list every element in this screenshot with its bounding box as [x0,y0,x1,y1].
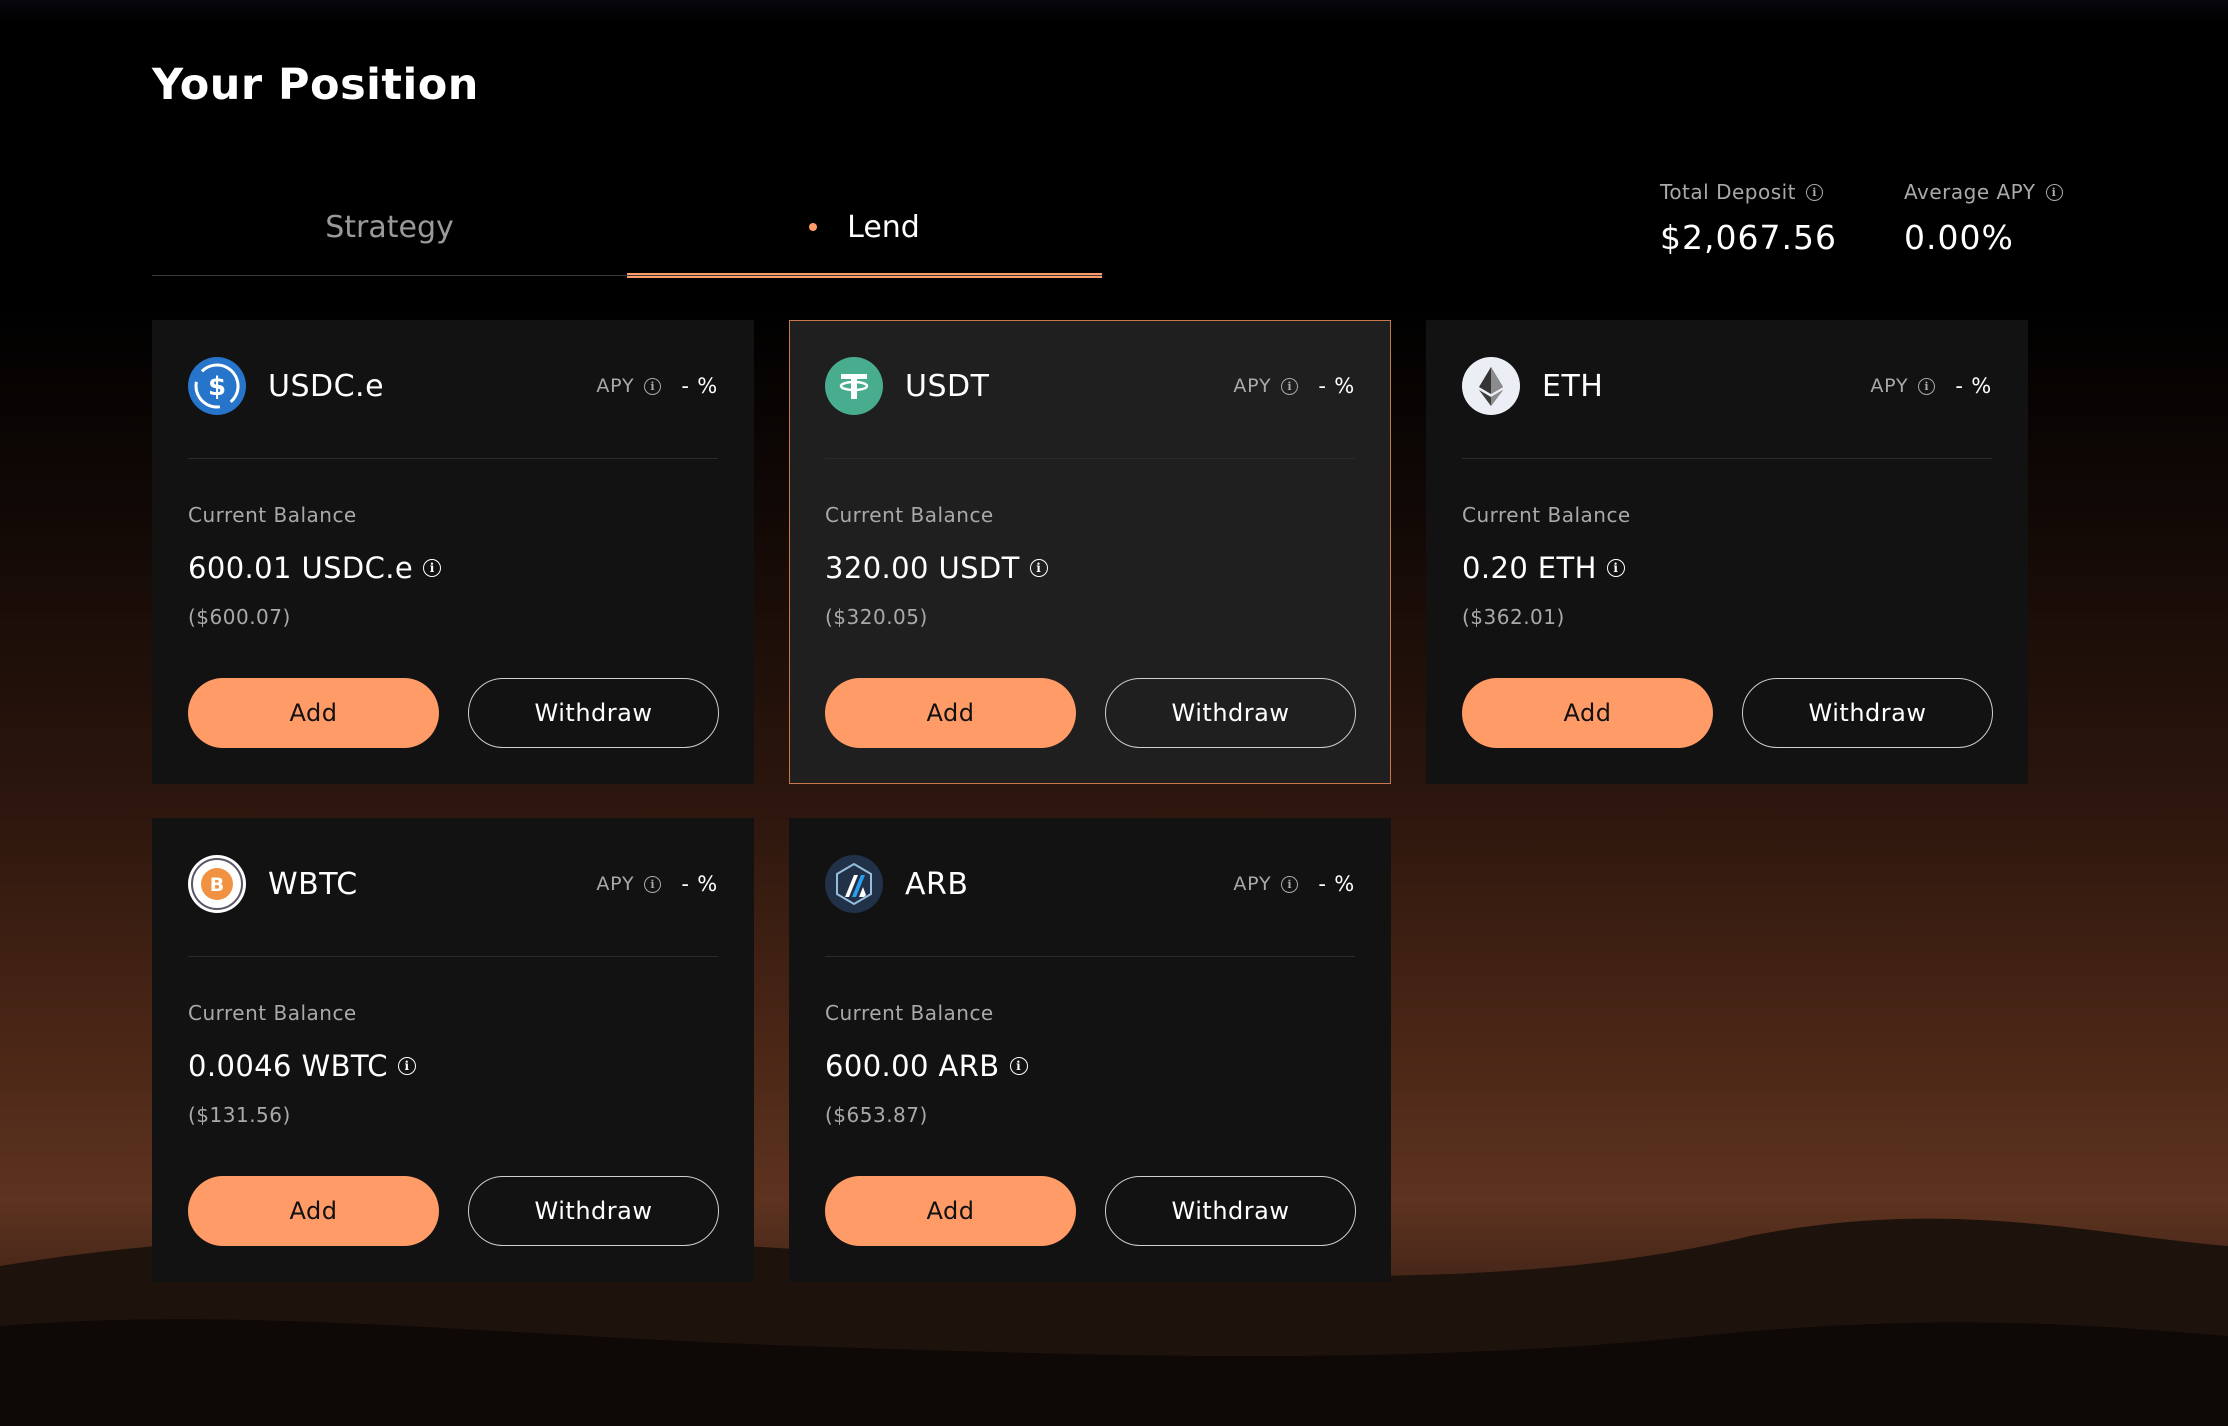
average-apy-label: Average APY [1904,180,2036,204]
average-apy-value: 0.00% [1904,218,2014,257]
lend-card-arb: ARB APY i - % Current Balance 600.00 ARB… [789,818,1391,1282]
current-balance-label: Current Balance [825,1001,994,1025]
apy-value: - % [1955,374,1992,398]
tabs-divider [152,275,1102,276]
info-icon[interactable]: i [1806,183,1824,201]
current-balance-label: Current Balance [1462,503,1631,527]
apy-label: APY [1233,375,1272,397]
info-icon[interactable]: i [644,377,662,395]
token-name: USDC.e [268,368,385,404]
balance-usd-value: ($653.87) [825,1103,928,1127]
total-deposit-label: Total Deposit [1660,180,1797,204]
tab-strategy[interactable]: Strategy [152,178,627,276]
current-balance-label: Current Balance [188,1001,357,1025]
ethereum-icon [1462,357,1520,415]
add-button[interactable]: Add [188,678,439,748]
card-divider [188,458,718,459]
tab-strategy-label: Strategy [325,209,454,245]
current-balance-label: Current Balance [825,503,994,527]
card-divider [825,458,1355,459]
info-icon[interactable]: i [1009,1057,1028,1075]
card-divider [188,956,718,957]
info-icon[interactable]: i [1281,875,1299,893]
balance-amount: 600.00 ARB [825,1049,1000,1083]
withdraw-button[interactable]: Withdraw [468,678,719,748]
balance-usd-value: ($131.56) [188,1103,291,1127]
lend-card-usdt: USDT APY i - % Current Balance 320.00 US… [789,320,1391,784]
apy-label: APY [596,873,635,895]
info-icon[interactable]: i [1281,377,1299,395]
tab-lend-label: Lend [847,209,920,245]
balance-amount: 600.01 USDC.e [188,551,414,585]
wbtc-icon: B [188,855,246,913]
token-name: ETH [1542,368,1604,404]
token-name: USDT [905,368,990,404]
active-dot-icon [809,223,818,231]
balance-usd-value: ($600.07) [188,605,291,629]
add-button[interactable]: Add [825,678,1076,748]
apy-value: - % [1318,872,1355,896]
page-title: Your Position [152,60,479,110]
info-icon[interactable]: i [2045,183,2063,201]
info-icon[interactable]: i [1606,559,1625,577]
withdraw-button[interactable]: Withdraw [1105,1176,1356,1246]
card-divider [825,956,1355,957]
add-button[interactable]: Add [825,1176,1076,1246]
tab-lend[interactable]: Lend [627,178,1102,278]
add-button[interactable]: Add [1462,678,1713,748]
info-icon[interactable]: i [1918,377,1936,395]
card-divider [1462,458,1992,459]
apy-value: - % [681,872,718,896]
lend-card-eth: ETH APY i - % Current Balance 0.20 ETH i… [1426,320,2028,784]
info-icon[interactable]: i [644,875,662,893]
withdraw-button[interactable]: Withdraw [1105,678,1356,748]
token-name: ARB [905,866,969,902]
balance-amount: 0.0046 WBTC [188,1049,388,1083]
apy-label: APY [1870,375,1909,397]
balance-amount: 0.20 ETH [1462,551,1597,585]
add-button[interactable]: Add [188,1176,439,1246]
balance-amount: 320.00 USDT [825,551,1020,585]
info-icon[interactable]: i [423,559,442,577]
usdc-icon: $ [188,357,246,415]
withdraw-button[interactable]: Withdraw [1742,678,1993,748]
average-apy-stat: Average APY i 0.00% [1904,180,2063,257]
apy-label: APY [596,375,635,397]
arbitrum-icon [825,855,883,913]
withdraw-button[interactable]: Withdraw [468,1176,719,1246]
svg-text:$: $ [208,372,226,402]
apy-value: - % [1318,374,1355,398]
lend-card-wbtc: B WBTC APY i - % Current Balance 0.0046 … [152,818,754,1282]
token-name: WBTC [268,866,358,902]
balance-usd-value: ($362.01) [1462,605,1565,629]
balance-usd-value: ($320.05) [825,605,928,629]
current-balance-label: Current Balance [188,503,357,527]
svg-text:B: B [210,874,224,896]
info-icon[interactable]: i [1029,559,1048,577]
apy-label: APY [1233,873,1272,895]
info-icon[interactable]: i [397,1057,416,1075]
total-deposit-value: $2,067.56 [1660,218,1837,257]
tether-icon [825,357,883,415]
apy-value: - % [681,374,718,398]
lend-card-usdce: $ USDC.e APY i - % Current Balance 600.0… [152,320,754,784]
total-deposit-stat: Total Deposit i $2,067.56 [1660,180,1837,257]
position-tabs: Strategy Lend [152,178,1102,278]
